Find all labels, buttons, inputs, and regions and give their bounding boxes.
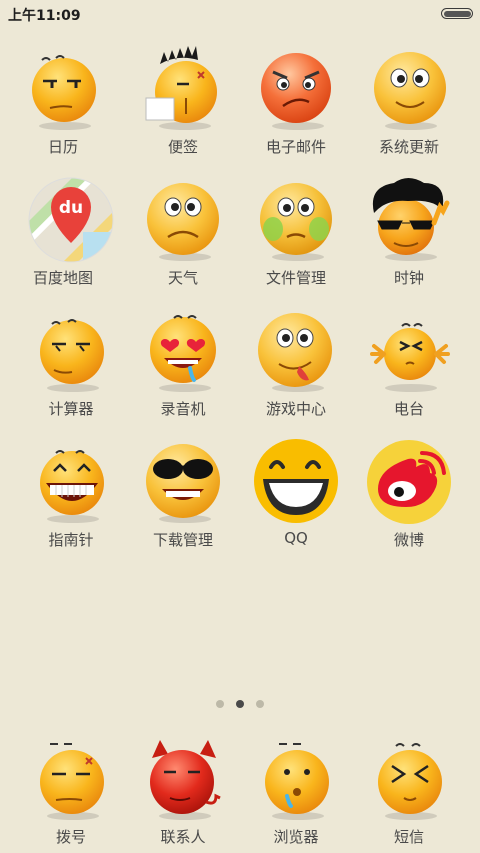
app-clock[interactable]: 时钟 [354,171,464,291]
dock-app-dialer[interactable]: 拨号 [16,730,126,850]
system-update-emoji-icon [374,52,446,130]
compass-emoji-icon [40,450,104,523]
app-download-manager[interactable]: 下载管理 [128,433,238,553]
app-label: 便签 [167,138,198,156]
app-label: 指南针 [48,531,94,549]
app-file-manager[interactable]: 文件管理 [241,171,351,291]
app-label: 电台 [393,400,424,418]
app-game-center[interactable]: 游戏中心 [241,302,351,422]
app-label: 文件管理 [265,269,326,287]
app-email[interactable]: 电子邮件 [241,40,351,160]
map-icon-text: du [59,198,83,218]
notes-emoji-icon [145,46,217,130]
dock-app-browser[interactable]: 浏览器 [241,730,351,850]
app-label: 百度地图 [32,269,93,287]
page-indicator [0,698,480,710]
dock-app-contacts[interactable]: 联系人 [128,730,238,850]
app-label: 录音机 [160,400,206,418]
calculator-emoji-icon [40,319,104,392]
battery-icon [441,8,473,19]
browser-emoji-icon [265,743,329,820]
dock-app-messages[interactable]: 短信 [354,730,464,850]
app-label: 短信 [393,828,424,846]
app-calculator[interactable]: 计算器 [16,302,126,422]
qq-emoji-icon [254,439,338,523]
dock: 拨号 联系人 浏览器 短信 [0,730,480,853]
app-qq[interactable]: QQ [241,433,351,553]
app-compass[interactable]: 指南针 [16,433,126,553]
app-label: 天气 [167,269,198,287]
status-bar: 上午11:09 [0,0,480,28]
messages-emoji-icon [378,743,442,820]
app-label: 联系人 [160,828,206,846]
app-label: 拨号 [55,828,86,846]
page-dot[interactable] [216,700,224,708]
file-manager-emoji-icon [260,183,332,261]
recorder-emoji-icon [150,315,216,392]
app-label: 计算器 [48,400,94,418]
app-weibo[interactable]: 微博 [354,433,464,553]
page-dot-active[interactable] [236,700,244,708]
app-label: QQ [284,529,308,547]
clock-emoji-icon [372,178,450,261]
app-label: 时钟 [393,269,424,287]
weibo-icon [367,440,451,524]
app-notes[interactable]: 便签 [128,40,238,160]
contacts-devil-emoji-icon [150,740,221,820]
app-weather[interactable]: 天气 [128,171,238,291]
app-radio[interactable]: 电台 [354,302,464,422]
dialer-emoji-icon [40,743,104,820]
email-emoji-icon [261,53,331,130]
status-time: 上午11:09 [8,8,81,24]
game-center-emoji-icon [258,313,332,392]
battery-level [443,10,471,17]
app-baidu-map[interactable]: du 百度地图 [16,171,126,291]
app-label: 日历 [47,138,78,156]
app-calendar[interactable]: 日历 [8,40,118,160]
radio-emoji-icon [370,323,450,392]
app-label: 电子邮件 [265,138,326,156]
app-label: 浏览器 [273,828,319,846]
app-label: 游戏中心 [265,400,326,418]
download-manager-emoji-icon [146,444,220,523]
app-system-update[interactable]: 系统更新 [354,40,464,160]
baidu-map-icon: du [28,177,114,263]
app-label: 微博 [393,531,424,549]
page-dot[interactable] [256,700,264,708]
weather-emoji-icon [147,183,219,261]
app-recorder[interactable]: 录音机 [128,302,238,422]
app-label: 下载管理 [152,531,213,549]
app-label: 系统更新 [378,138,439,156]
calendar-emoji-icon [32,55,96,130]
